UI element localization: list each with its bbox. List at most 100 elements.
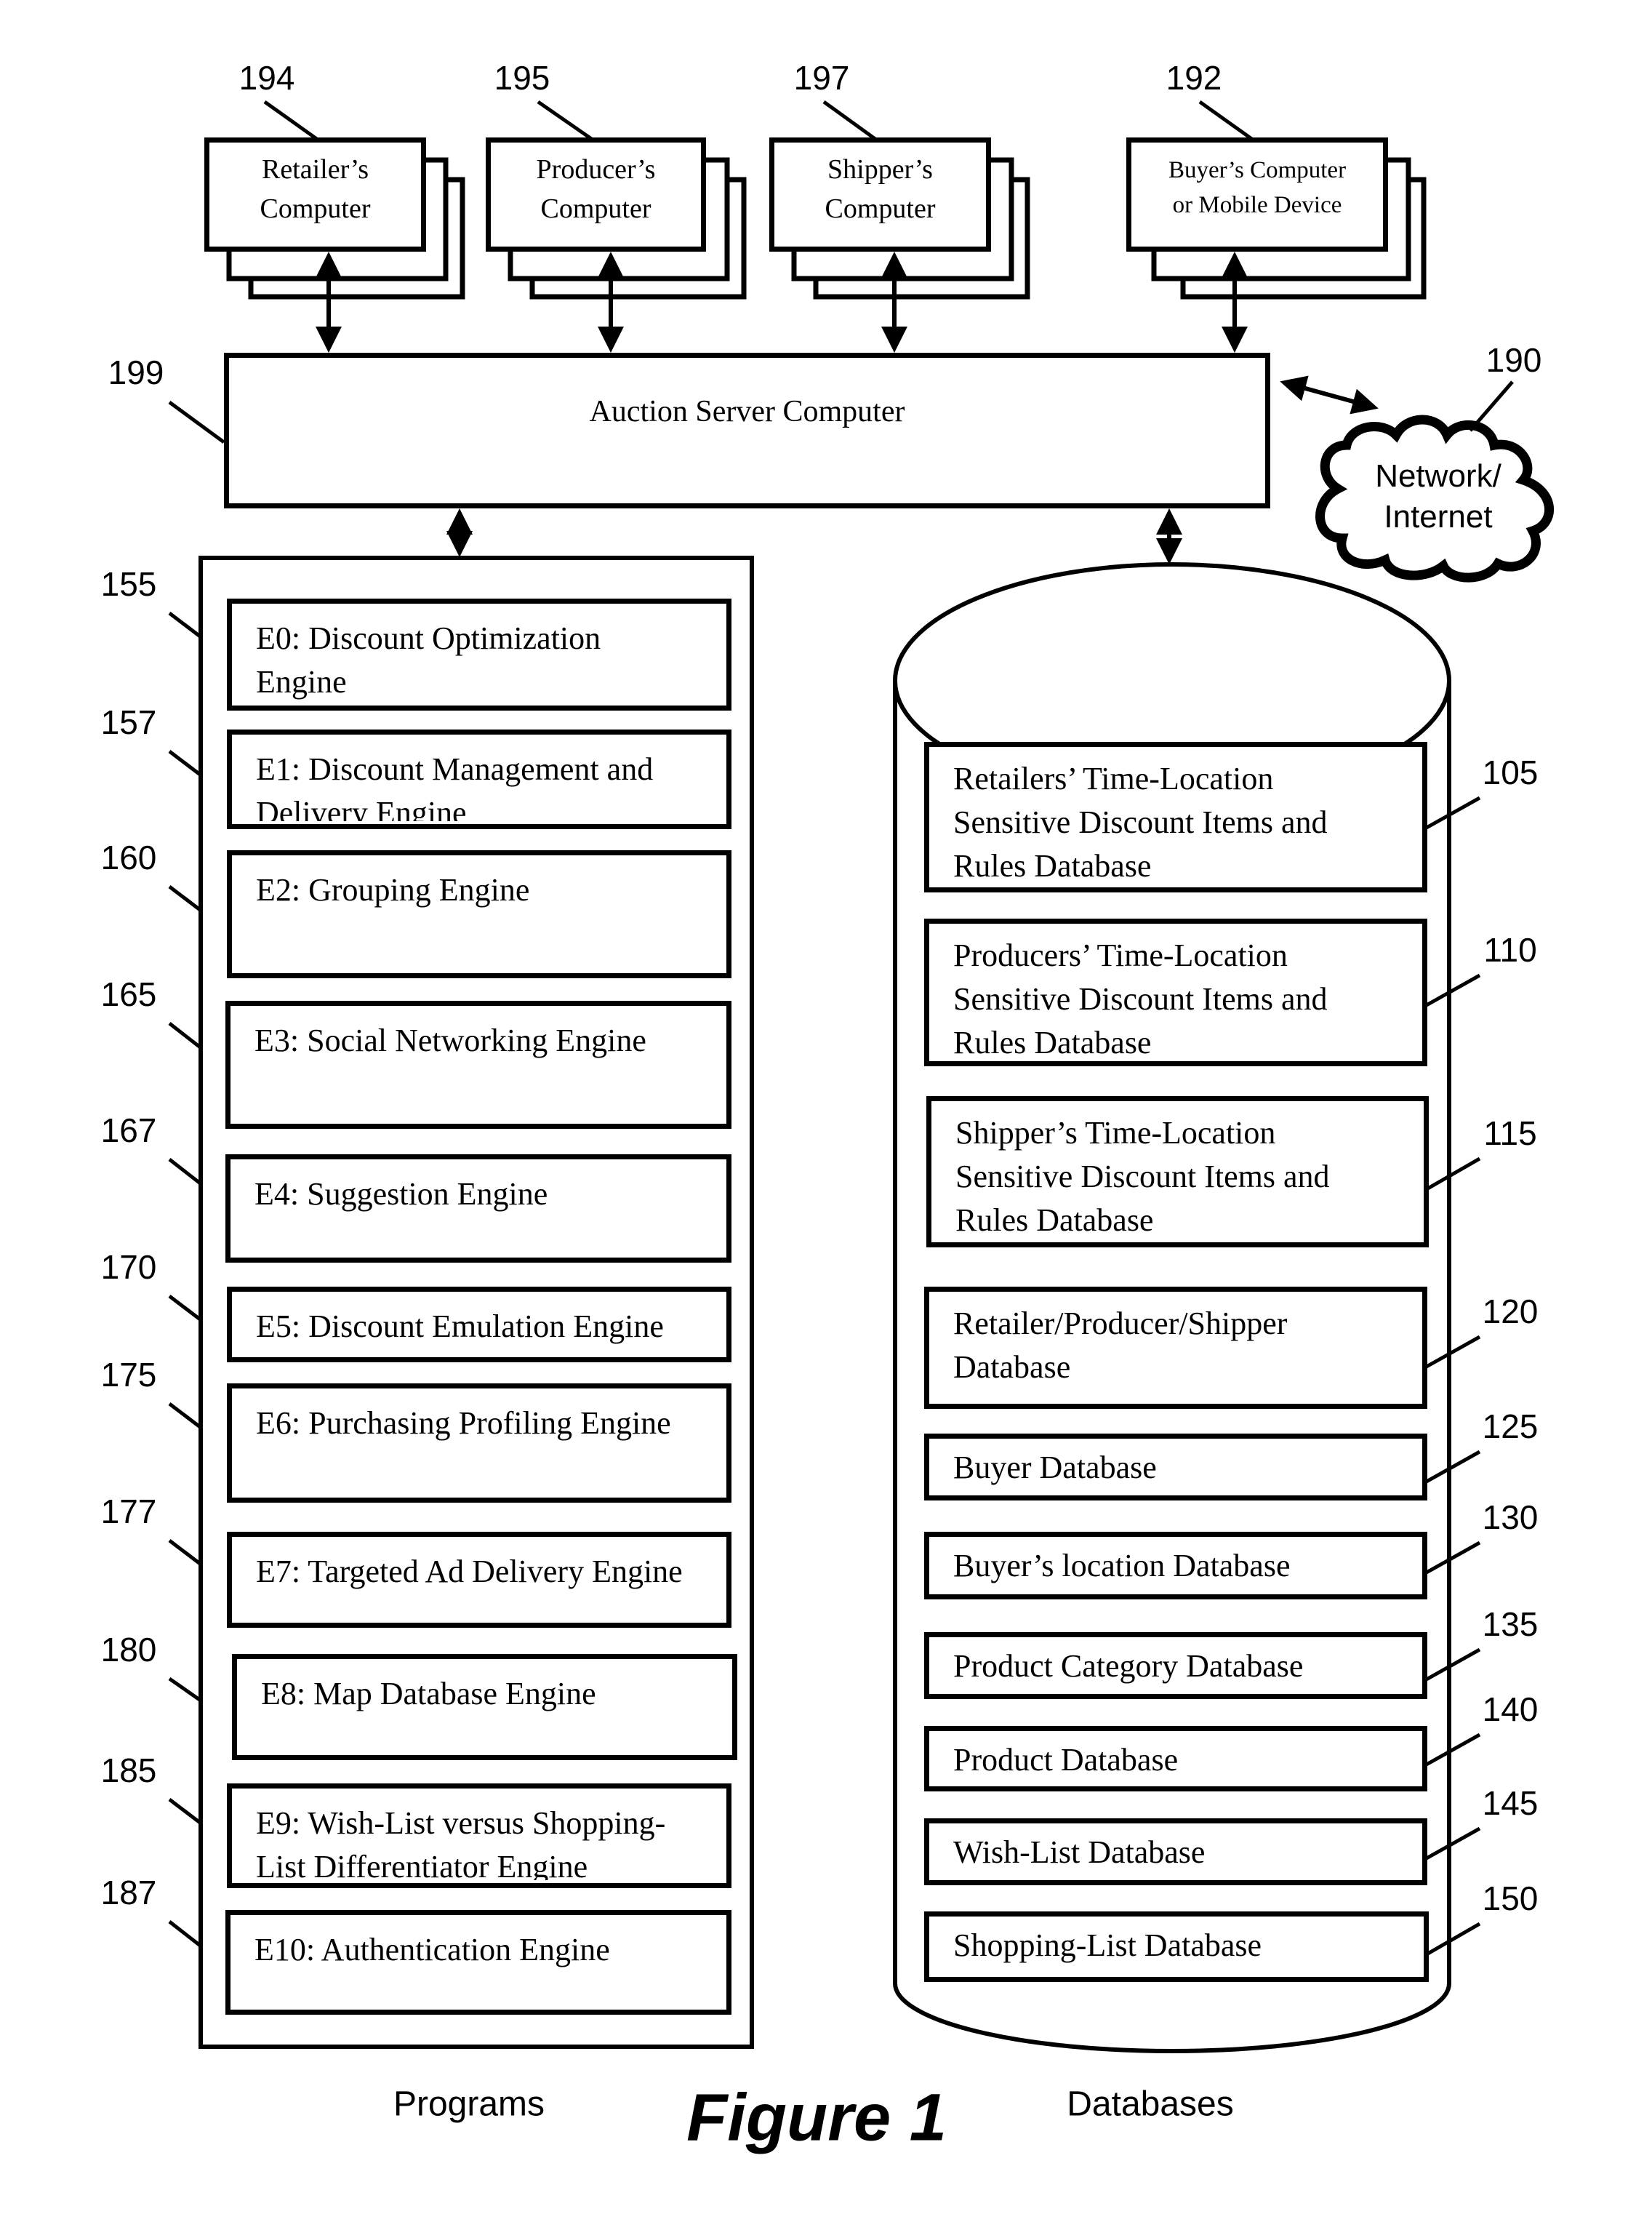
- retailer-computer: Retailer’s Computer: [204, 137, 426, 252]
- engine-label: E7: Targeted Ad Delivery Engine: [256, 1554, 683, 1589]
- database-leader: [1424, 1733, 1481, 1767]
- ref-197: 197: [793, 59, 850, 97]
- arrow-server-network: [1280, 375, 1379, 415]
- engine-label: E2: Grouping Engine: [256, 872, 530, 908]
- database-box: Shopping-List Database: [924, 1911, 1429, 1982]
- engine-label: E8: Map Database Engine: [261, 1676, 596, 1711]
- database-leader: [1425, 1156, 1481, 1191]
- leader-199: [168, 400, 225, 444]
- engine-label: E9: Wish-List versus Shopping- List Diff…: [256, 1805, 666, 1880]
- leader-195: [537, 100, 594, 142]
- engine-box: E1: Discount Management and Delivery Eng…: [227, 730, 731, 829]
- database-box: Wish-List Database: [924, 1818, 1427, 1885]
- auction-server: Auction Server Computer: [224, 353, 1270, 508]
- database-ref-number: 130: [1482, 1498, 1539, 1536]
- engine-box: E6: Purchasing Profiling Engine: [227, 1383, 731, 1503]
- ref-190: 190: [1485, 341, 1542, 379]
- programs-caption: Programs: [393, 2085, 545, 2124]
- producer-computer-label: Producer’s Computer: [536, 154, 656, 224]
- database-ref-number: 110: [1483, 931, 1537, 969]
- engine-box: E2: Grouping Engine: [227, 850, 731, 978]
- figure-title: Figure 1: [686, 2080, 947, 2155]
- database-ref-number: 135: [1482, 1605, 1539, 1643]
- database-leader: [1424, 973, 1481, 1008]
- ref-199: 199: [108, 353, 164, 391]
- database-ref-number: 150: [1482, 1879, 1539, 1917]
- engine-ref-number: 160: [100, 839, 157, 876]
- database-box: Retailers’ Time-Location Sensitive Disco…: [924, 742, 1427, 892]
- engine-ref-number: 170: [100, 1248, 157, 1286]
- database-label: Shipper’s Time-Location Sensitive Discou…: [955, 1115, 1330, 1238]
- engine-box: E5: Discount Emulation Engine: [227, 1287, 731, 1362]
- patent-figure: Retailer’s Computer Producer’s Computer …: [0, 0, 1652, 2230]
- database-box: Product Database: [924, 1726, 1427, 1791]
- database-label: Wish-List Database: [953, 1834, 1206, 1870]
- engine-label: E0: Discount Optimization Engine: [256, 620, 601, 700]
- database-ref-number: 115: [1483, 1114, 1537, 1152]
- database-ref-number: 140: [1482, 1690, 1539, 1728]
- engine-ref-number: 167: [100, 1111, 157, 1149]
- engine-ref-number: 157: [100, 703, 157, 741]
- engine-box: E7: Targeted Ad Delivery Engine: [227, 1532, 731, 1628]
- database-label: Shopping-List Database: [953, 1927, 1262, 1963]
- engine-box: E10: Authentication Engine: [225, 1910, 731, 2015]
- database-ref-number: 120: [1482, 1292, 1539, 1330]
- database-label: Product Category Database: [953, 1648, 1304, 1684]
- database-ref-number: 145: [1482, 1784, 1539, 1822]
- database-leader: [1424, 1450, 1481, 1484]
- engine-label: E3: Social Networking Engine: [254, 1023, 646, 1058]
- leader-194: [263, 100, 319, 142]
- retailer-computer-label: Retailer’s Computer: [260, 154, 371, 224]
- auction-server-label: Auction Server Computer: [589, 395, 905, 428]
- database-label: Product Database: [953, 1742, 1179, 1778]
- buyer-computer: Buyer’s Computer or Mobile Device: [1126, 137, 1388, 252]
- network-label: Network/ Internet: [1375, 458, 1501, 535]
- database-ref-number: 105: [1482, 754, 1539, 791]
- database-label: Buyer’s location Database: [953, 1548, 1291, 1583]
- database-box: Shipper’s Time-Location Sensitive Discou…: [926, 1096, 1429, 1247]
- database-box: Buyer’s location Database: [924, 1532, 1427, 1599]
- engine-box: E8: Map Database Engine: [232, 1654, 737, 1760]
- producer-computer: Producer’s Computer: [486, 137, 706, 252]
- engine-ref-number: 180: [100, 1631, 157, 1668]
- engine-box: E3: Social Networking Engine: [225, 1001, 731, 1129]
- engine-label: E4: Suggestion Engine: [254, 1176, 548, 1212]
- engine-ref-number: 175: [100, 1356, 157, 1394]
- database-label: Retailers’ Time-Location Sensitive Disco…: [953, 761, 1328, 884]
- engine-ref-number: 185: [100, 1751, 157, 1789]
- database-label: Retailer/Producer/Shipper Database: [953, 1306, 1288, 1385]
- engine-ref-number: 187: [100, 1874, 157, 1911]
- engine-box: E0: Discount Optimization Engine: [227, 599, 731, 711]
- engine-label: E1: Discount Management and Delivery Eng…: [256, 751, 654, 821]
- buyer-computer-label: Buyer’s Computer or Mobile Device: [1168, 157, 1347, 218]
- databases-caption: Databases: [1067, 2085, 1234, 2124]
- database-ref-number: 125: [1482, 1407, 1539, 1445]
- database-box: Buyer Database: [924, 1434, 1427, 1500]
- ref-192: 192: [1166, 59, 1222, 97]
- database-leader-lines: [1424, 796, 1481, 1957]
- leader-192: [1198, 100, 1254, 142]
- database-leader: [1425, 1922, 1481, 1957]
- engine-box: E4: Suggestion Engine: [225, 1154, 731, 1263]
- engine-ref-number: 177: [100, 1492, 157, 1530]
- database-leader: [1424, 1540, 1481, 1575]
- database-box: Producers’ Time-Location Sensitive Disco…: [924, 919, 1427, 1066]
- engine-ref-number: 155: [100, 565, 157, 603]
- database-leader: [1424, 1647, 1481, 1682]
- ref-195: 195: [494, 59, 550, 97]
- shipper-computer-label: Shipper’s Computer: [825, 154, 936, 224]
- leader-197: [822, 100, 878, 142]
- shipper-computer: Shipper’s Computer: [769, 137, 991, 252]
- engine-box: E9: Wish-List versus Shopping- List Diff…: [227, 1783, 731, 1888]
- ref-194: 194: [238, 59, 295, 97]
- engine-label: E6: Purchasing Profiling Engine: [256, 1405, 671, 1441]
- database-label: Producers’ Time-Location Sensitive Disco…: [953, 938, 1328, 1060]
- engine-label: E10: Authentication Engine: [254, 1932, 610, 1967]
- database-box: Retailer/Producer/Shipper Database: [924, 1287, 1427, 1409]
- engine-label: E5: Discount Emulation Engine: [256, 1308, 664, 1344]
- leader-190: [1469, 380, 1514, 432]
- database-label: Buyer Database: [953, 1450, 1157, 1485]
- database-leader: [1424, 1335, 1481, 1370]
- database-box: Product Category Database: [924, 1632, 1427, 1699]
- database-leader: [1424, 1826, 1481, 1861]
